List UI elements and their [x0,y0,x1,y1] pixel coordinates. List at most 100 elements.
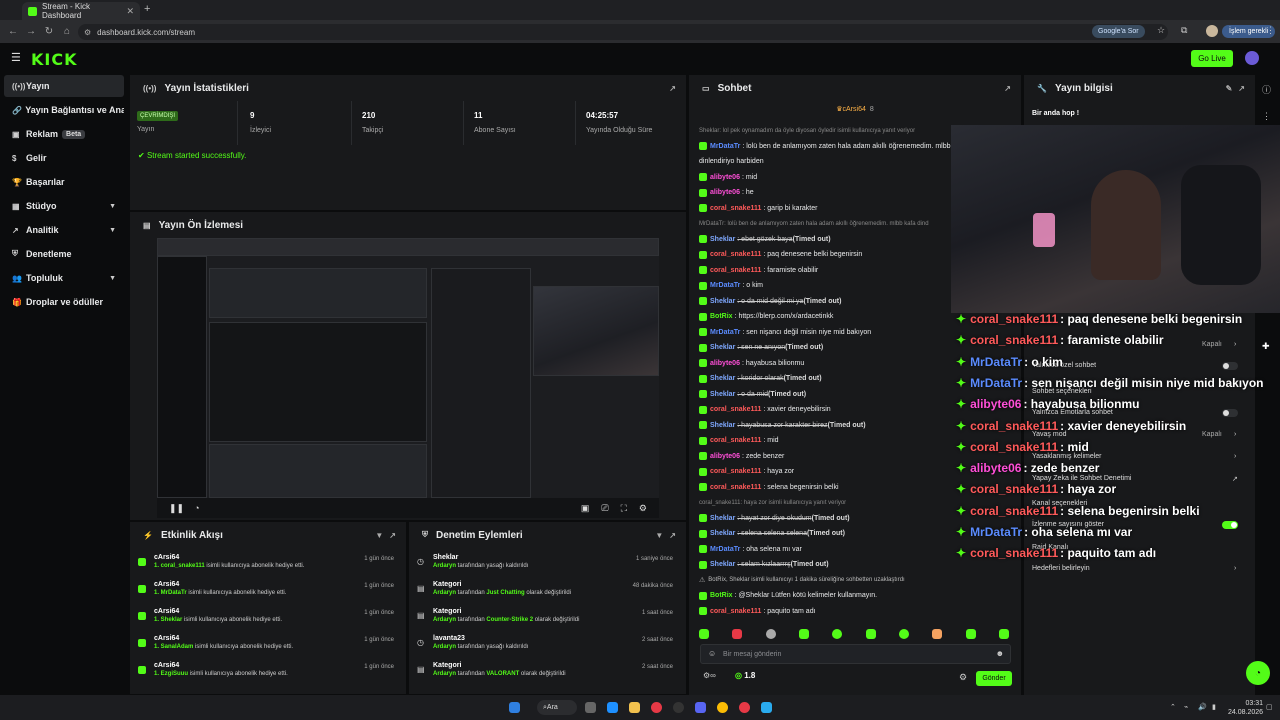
system-clock[interactable]: 03:31 24.08.2026 [1228,699,1263,717]
popout-icon[interactable]: ↗ [389,531,396,540]
network-icon[interactable]: ⌁ [1184,703,1188,711]
tray-chevron-icon[interactable]: ⌃ [1170,703,1176,711]
bookmark-star-icon[interactable]: ☆ [1157,25,1165,36]
chat-tools-icon[interactable]: ⚙∞ [703,671,716,680]
info-icon[interactable]: ⓘ [1262,83,1271,96]
chat-username[interactable]: Sheklar [710,236,735,243]
emoji-icon[interactable]: ☺ [708,649,716,658]
sidebar-item-yayin[interactable]: ((•)) Yayın [4,75,124,97]
chat-username[interactable]: coral_snake111 [710,437,761,444]
pinned-gift-banner[interactable]: ♛ cArsi64 8 [689,102,1021,116]
chat-username[interactable]: coral_snake111 [710,468,761,475]
emote-icon[interactable] [798,629,809,639]
chat-username[interactable]: alibyte06 [710,453,740,460]
google-ask-button[interactable]: Google'a Sor [1092,25,1145,38]
sidebar-item-basarilar[interactable]: 🏆 Başarılar [4,171,124,193]
send-button[interactable]: Gönder [976,671,1012,686]
filter-icon[interactable]: ▼ [655,531,663,540]
reload-icon[interactable]: ↻ [40,26,58,37]
more-vertical-icon[interactable]: ⋮ [1262,111,1271,122]
popout-icon[interactable]: ↗ [669,84,676,93]
sidebar-item-reklam[interactable]: ▣ Reklam Beta [4,123,124,145]
chat-username[interactable]: Sheklar [710,298,735,305]
obs-icon[interactable] [673,702,684,713]
emote-icon[interactable] [765,629,776,639]
chrome-icon[interactable] [717,702,728,713]
emote-icon[interactable] [699,629,709,639]
chat-username[interactable]: alibyte06 [710,174,740,181]
view-count-toggle[interactable] [1222,521,1238,529]
sidebar-item-droplar[interactable]: 🎁 Droplar ve ödüller [4,291,124,313]
stream-preview-video[interactable]: ❚❚ ◔ ▣ ⎚ ⛶ ⚙ [157,238,659,518]
chat-input[interactable]: ☺ Bir mesaj gönderin ☻ [700,644,1011,664]
emote-icon[interactable] [832,629,843,639]
chat-username[interactable]: alibyte06 [710,189,740,196]
battery-icon[interactable]: ▮ [1212,703,1216,711]
chat-username[interactable]: coral_snake111 [710,267,761,274]
chat-username[interactable]: BotRix [710,313,733,320]
fullscreen-icon[interactable]: ⛶ [621,503,627,514]
opera-icon[interactable] [651,702,662,713]
chat-username[interactable]: BotRix [710,592,733,599]
extensions-icon[interactable]: ⧉ [1181,25,1187,36]
user-avatar[interactable] [1245,51,1259,65]
edge-icon[interactable] [607,702,618,713]
chat-username[interactable]: MrDataTr [710,546,740,553]
explorer-icon[interactable] [629,702,640,713]
emote-icon[interactable] [965,629,976,639]
sidebar-item-analitik[interactable]: ↗ Analitik ▼ [4,219,124,241]
emote-icon[interactable] [998,629,1009,639]
new-tab-icon[interactable]: + [144,3,150,15]
sidebar-item-topluluk[interactable]: 👥 Topluluk ▼ [4,267,124,289]
emote-picker-icon[interactable]: ☻ [996,649,1004,658]
sidebar-item-studyo[interactable]: ▦ Stüdyo ▼ [4,195,124,217]
chat-settings-icon[interactable]: ⚙ [959,672,967,683]
pip-icon[interactable]: ▣ [581,503,590,514]
volume-tray-icon[interactable]: 🔊 [1198,703,1207,711]
chat-username[interactable]: MrDataTr [710,143,740,150]
browser-menu-icon[interactable]: ⋮ [1266,25,1275,36]
setting-row[interactable]: Yalnızca özel sohbet [1032,362,1242,370]
notification-icon[interactable]: ▢ [1266,703,1273,711]
chat-username[interactable]: coral_snake111 [710,608,761,615]
help-chat-button[interactable]: ◔ [1246,661,1270,685]
sidebar-item-gelir[interactable]: $ Gelir [4,147,124,169]
emote-icon[interactable] [932,629,943,639]
forward-icon[interactable]: → [22,26,40,37]
taskbar-search[interactable]: ⌕ Ara [537,700,577,715]
kick-logo[interactable]: KICK [31,50,78,69]
task-view-icon[interactable] [585,702,596,713]
chat-username[interactable]: Sheklar [710,561,735,568]
channel-points[interactable]: ◎ 1.8 [735,671,755,680]
clip-icon[interactable]: ⎚ [601,503,608,514]
emote-icon[interactable] [732,629,743,639]
address-bar[interactable]: ⚙ dashboard.kick.com/stream [78,24,1168,40]
filter-icon[interactable]: ▼ [375,531,383,540]
sidebar-item-stream-key[interactable]: 🔗Yayın Bağlantısı ve Anahtar [4,99,124,121]
settings-gear-icon[interactable]: ⚙ [639,503,647,514]
volume-icon[interactable]: ◔ [194,503,199,513]
chat-username[interactable]: MrDataTr [710,329,740,336]
chat-username[interactable]: Sheklar [710,515,735,522]
popout-icon[interactable]: ↗ [1238,84,1245,93]
profile-avatar[interactable] [1206,25,1218,37]
telegram-icon[interactable] [761,702,772,713]
chat-username[interactable]: coral_snake111 [710,406,761,413]
windows-start-icon[interactable] [509,702,520,713]
emote-only-toggle[interactable] [1222,409,1238,417]
chat-username[interactable]: coral_snake111 [710,484,761,491]
site-info-icon[interactable]: ⚙ [84,28,91,37]
chat-username[interactable]: alibyte06 [710,360,740,367]
emote-icon[interactable] [898,629,909,639]
discord-icon[interactable] [695,702,706,713]
chat-username[interactable]: Sheklar [710,422,735,429]
menu-icon[interactable]: ☰ [11,53,21,64]
go-live-button[interactable]: Go Live [1191,50,1233,67]
edit-icon[interactable]: ✎ [1226,84,1233,93]
sidebar-item-denetleme[interactable]: ⛨ Denetleme [4,243,124,265]
chat-username[interactable]: Sheklar [710,344,735,351]
pause-icon[interactable]: ❚❚ [169,503,184,514]
chat-username[interactable]: Sheklar [710,375,735,382]
private-chat-toggle[interactable] [1222,362,1238,370]
chrome-active-icon[interactable] [739,702,750,713]
